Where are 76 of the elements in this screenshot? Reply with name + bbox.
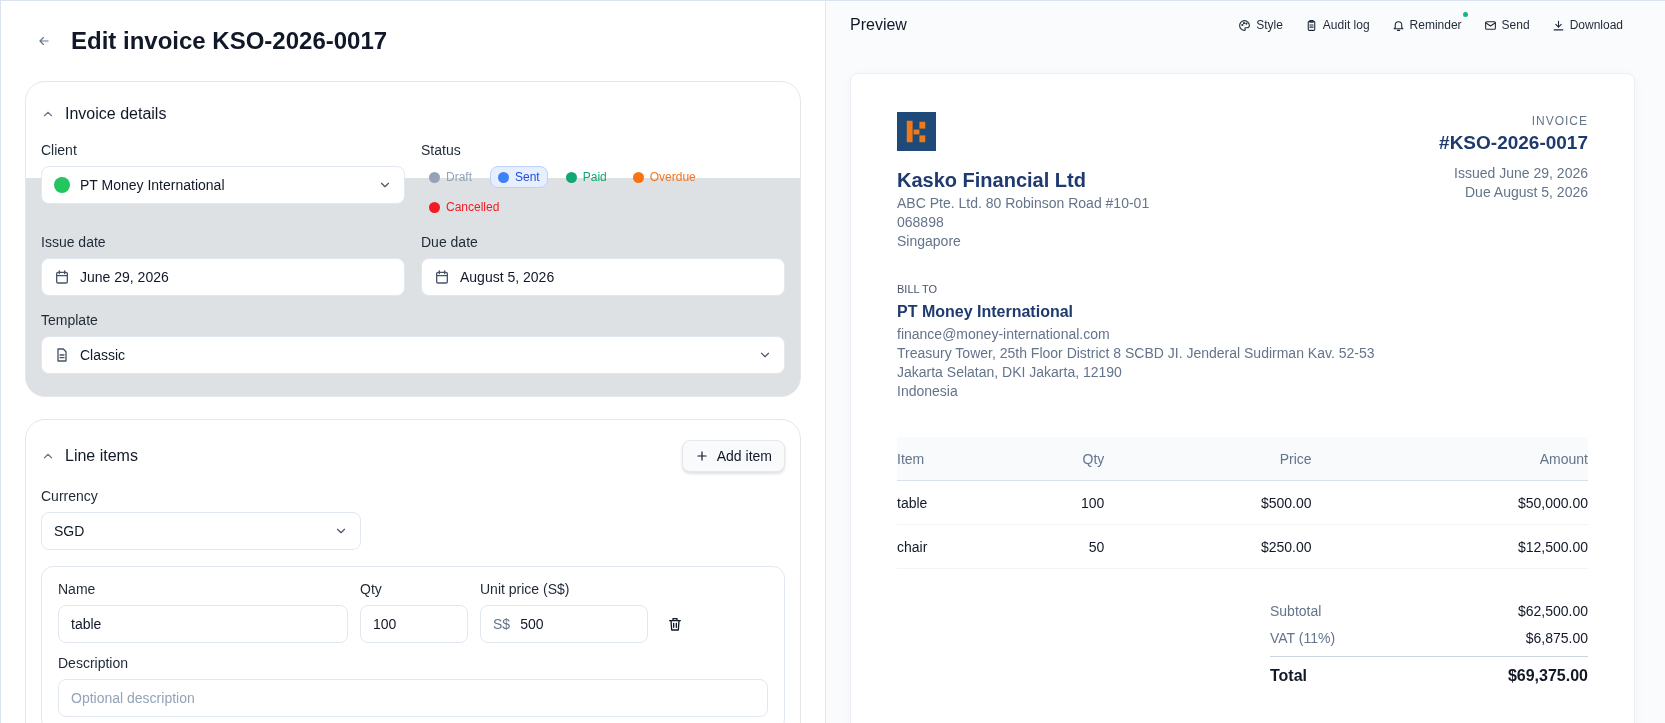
address-line: Indonesia <box>897 382 959 401</box>
table-cell: $250.00 <box>1104 524 1312 569</box>
total-value: $62,500.00 <box>1517 602 1588 619</box>
column-header: Item <box>897 437 1022 481</box>
status-option[interactable]: Sent <box>490 166 548 188</box>
company-name: Kasko Financial Ltd <box>897 169 1087 192</box>
preview-title: Preview <box>850 16 907 34</box>
toolbar-button[interactable]: Audit log <box>1304 18 1370 32</box>
plus-icon <box>694 449 709 463</box>
document-icon <box>54 347 70 363</box>
column-header: Price <box>1104 437 1312 481</box>
toolbar-button[interactable]: Style <box>1238 18 1283 32</box>
toolbar-button[interactable]: Download <box>1551 18 1623 32</box>
field-label: Currency <box>41 488 99 504</box>
arrow-left-icon <box>37 34 51 48</box>
field-label: Qty <box>360 581 383 597</box>
price-field[interactable]: S$ 500 <box>480 605 648 643</box>
table-cell: 50 <box>1021 524 1105 569</box>
currency-prefix: S$ <box>493 616 511 632</box>
qty-field[interactable]: 100 <box>360 605 468 643</box>
page-title: Edit invoice KSO-2026-0017 <box>71 27 388 55</box>
bill-to-label: BILL TO <box>897 283 939 295</box>
total-value: $69,375.00 <box>1507 667 1588 685</box>
client-name: PT Money International <box>897 303 1074 321</box>
date-field[interactable]: June 29, 2026 <box>41 258 405 296</box>
address-line: 068898 <box>897 213 945 232</box>
table-cell: chair <box>897 524 1022 569</box>
calendar-icon <box>54 269 70 285</box>
total-value: $6,875.00 <box>1525 629 1588 646</box>
table-cell: 100 <box>1021 480 1105 525</box>
description-field[interactable]: Optional description <box>58 679 768 717</box>
table-cell: $500.00 <box>1104 480 1312 525</box>
mail-icon <box>1483 18 1497 32</box>
due-date: Due August 5, 2026 <box>1464 183 1588 202</box>
issue-date: Issued June 29, 2026 <box>1453 164 1588 183</box>
address-line: Jakarta Selatan, DKI Jakarta, 12190 <box>897 363 1123 382</box>
field-label: Due date <box>421 234 479 250</box>
field-label: Issue date <box>41 234 107 250</box>
add-item-button[interactable]: Add item <box>681 440 785 472</box>
section-title: Invoice details <box>65 105 167 123</box>
document-label: INVOICE <box>1530 114 1588 128</box>
template-select[interactable]: Classic <box>41 336 785 374</box>
client-email: finance@money-international.com <box>897 325 1111 344</box>
field-label: Client <box>41 142 78 158</box>
toolbar-button[interactable]: Send <box>1483 18 1530 32</box>
total-label: Total <box>1270 667 1308 685</box>
column-header: Amount <box>1311 437 1588 481</box>
client-logo-icon <box>54 177 70 193</box>
palette-icon <box>1238 18 1252 32</box>
field-label: Status <box>421 142 462 158</box>
client-select[interactable]: PT Money International <box>41 166 405 204</box>
currency-select[interactable]: SGD <box>41 512 361 550</box>
address-line: ABC Pte. Ltd. 80 Robinson Road #10-01 <box>897 194 1150 213</box>
column-header: Qty <box>1021 437 1105 481</box>
toolbar-button[interactable]: Reminder <box>1391 18 1462 32</box>
field-label: Template <box>41 312 99 328</box>
section-title: Line items <box>65 447 138 465</box>
table-cell: table <box>897 480 1022 525</box>
trash-icon <box>667 616 683 632</box>
table-cell: $12,500.00 <box>1311 524 1588 569</box>
calendar-icon <box>434 269 450 285</box>
name-field[interactable]: table <box>58 605 348 643</box>
table-cell: $50,000.00 <box>1311 480 1588 525</box>
field-label: Name <box>58 581 97 597</box>
date-field[interactable]: August 5, 2026 <box>421 258 785 296</box>
download-icon <box>1551 18 1565 32</box>
company-logo <box>897 112 936 151</box>
address-line: Treasury Tower, 25th Floor District 8 SCBD JI. Jenderal Sudirman Kav. 52-53 <box>897 344 1376 363</box>
price-input[interactable]: 500 <box>520 606 635 642</box>
total-label: Subtotal <box>1270 602 1322 619</box>
total-label: VAT (11%) <box>1270 629 1336 646</box>
bell-icon <box>1391 18 1405 32</box>
address-line: Singapore <box>897 232 962 251</box>
invoice-number: #KSO-2026-0017 <box>1439 132 1588 154</box>
field-label: Unit price (S$) <box>480 581 571 597</box>
field-label: Description <box>58 655 130 671</box>
